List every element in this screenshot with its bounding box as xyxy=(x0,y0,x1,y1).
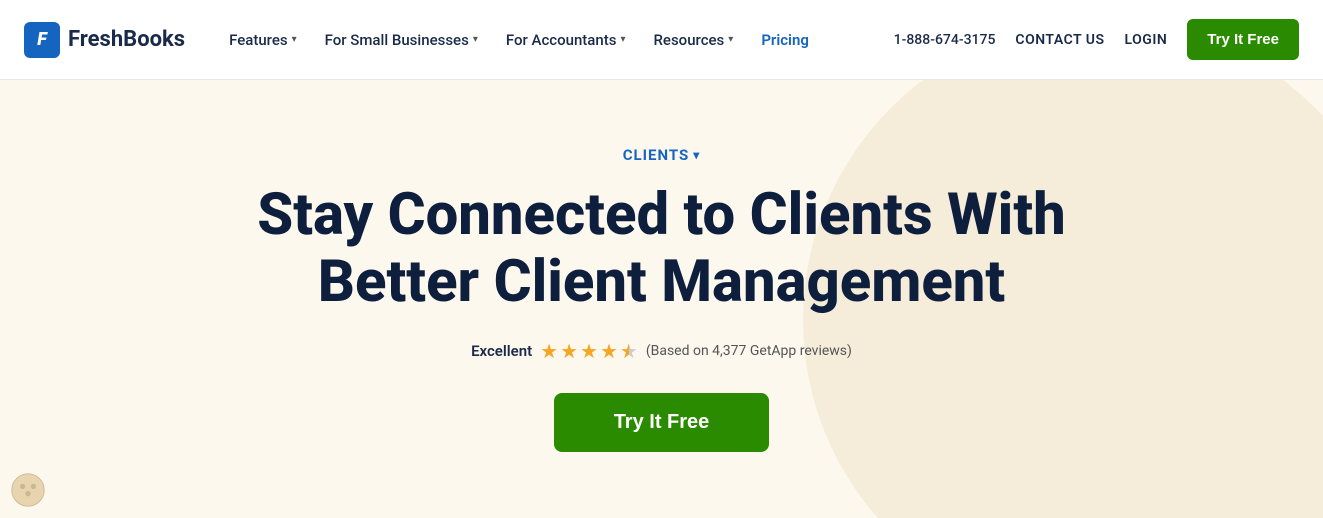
try-it-free-button-hero[interactable]: Try It Free xyxy=(554,393,770,452)
logo-text: FreshBooks xyxy=(68,27,185,52)
nav-features[interactable]: Features ▾ xyxy=(217,23,309,57)
hero-title: Stay Connected to Clients With Better Cl… xyxy=(257,182,1065,315)
star-half: ★ xyxy=(620,339,638,363)
main-nav: Features ▾ For Small Businesses ▾ For Ac… xyxy=(217,23,894,57)
star-2: ★ xyxy=(560,339,578,363)
hero-title-line1: Stay Connected to Clients With xyxy=(257,181,1065,249)
try-it-free-button-header[interactable]: Try It Free xyxy=(1187,19,1299,60)
contact-us-link[interactable]: CONTACT US xyxy=(1015,32,1104,48)
chevron-down-icon: ▾ xyxy=(620,34,625,45)
star-4: ★ xyxy=(600,339,618,363)
phone-number: 1-888-674-3175 xyxy=(894,32,996,48)
bottom-left-decoration-icon xyxy=(10,472,46,508)
hero-content: CLIENTS ▾ Stay Connected to Clients With… xyxy=(257,146,1065,452)
chevron-down-icon: ▾ xyxy=(728,34,733,45)
chevron-down-icon: ▾ xyxy=(693,148,700,162)
chevron-down-icon: ▾ xyxy=(473,34,478,45)
nav-pricing[interactable]: Pricing xyxy=(749,23,821,57)
rating-row: Excellent ★ ★ ★ ★ ★ (Based on 4,377 GetA… xyxy=(471,339,852,363)
star-rating: ★ ★ ★ ★ ★ xyxy=(540,339,638,363)
nav-resources[interactable]: Resources ▾ xyxy=(641,23,745,57)
header-right: 1-888-674-3175 CONTACT US LOGIN Try It F… xyxy=(894,19,1299,60)
main-header: F FreshBooks Features ▾ For Small Busine… xyxy=(0,0,1323,80)
nav-small-biz[interactable]: For Small Businesses ▾ xyxy=(313,23,490,57)
star-3: ★ xyxy=(580,339,598,363)
nav-accountants[interactable]: For Accountants ▾ xyxy=(494,23,638,57)
star-1: ★ xyxy=(540,339,558,363)
login-link[interactable]: LOGIN xyxy=(1125,32,1168,48)
rating-text: (Based on 4,377 GetApp reviews) xyxy=(646,343,852,359)
clients-badge[interactable]: CLIENTS ▾ xyxy=(623,146,701,164)
rating-excellent: Excellent xyxy=(471,342,532,360)
chevron-down-icon: ▾ xyxy=(292,34,297,45)
hero-section: CLIENTS ▾ Stay Connected to Clients With… xyxy=(0,80,1323,518)
hero-title-line2: Better Client Management xyxy=(318,248,1005,316)
logo-icon: F xyxy=(24,22,60,58)
logo[interactable]: F FreshBooks xyxy=(24,22,185,58)
clients-badge-label: CLIENTS xyxy=(623,146,690,164)
